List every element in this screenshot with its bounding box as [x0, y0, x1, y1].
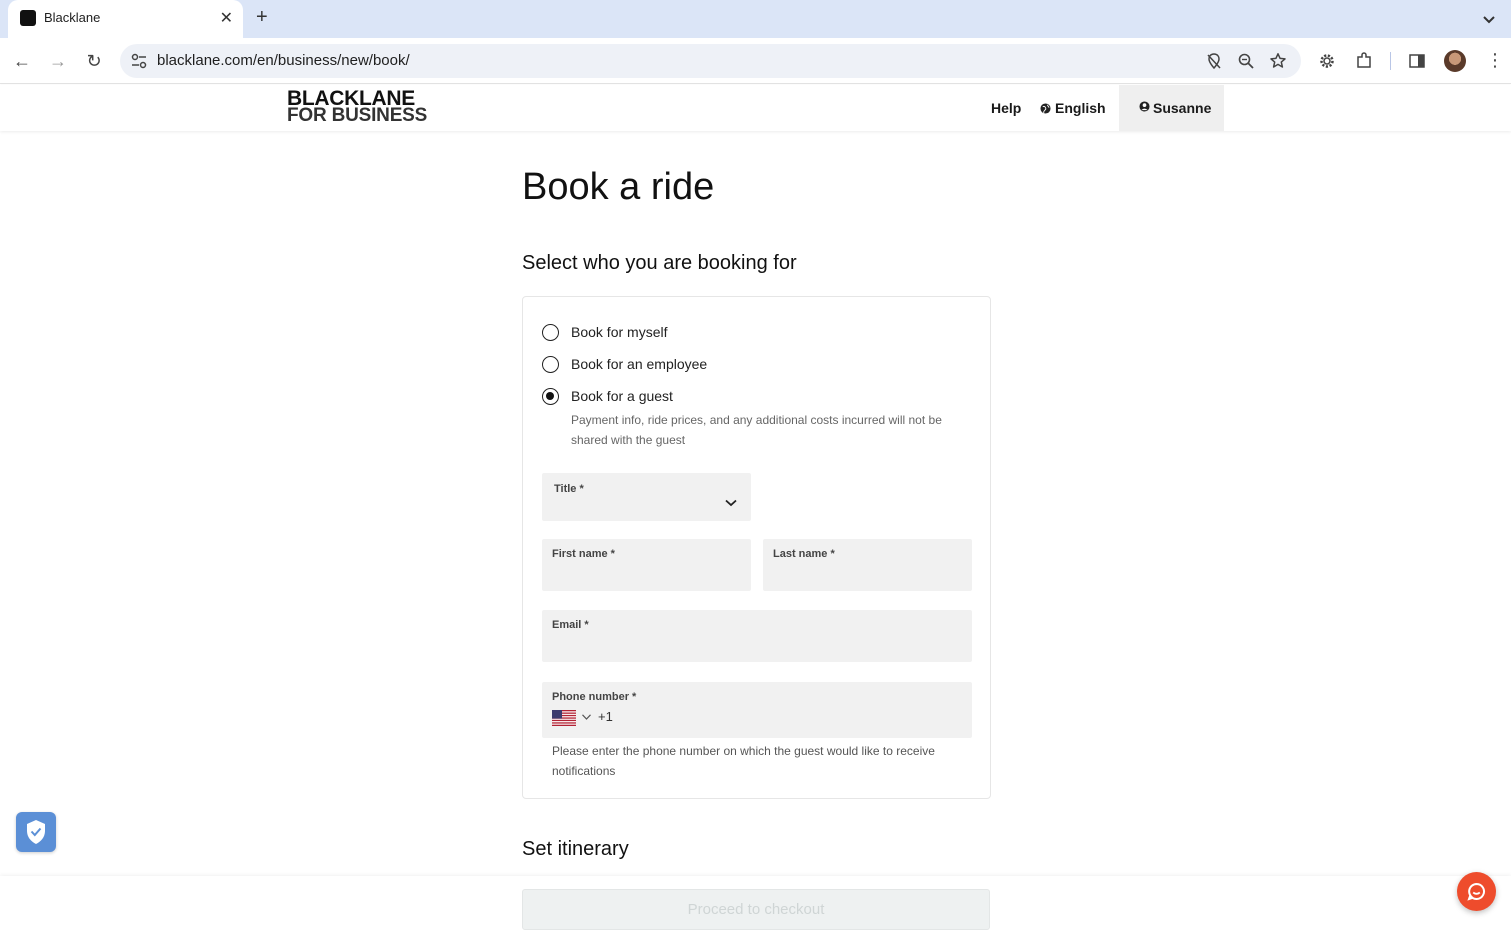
booking-for-card: Book for myself Book for an employee Boo…	[522, 296, 991, 799]
guest-privacy-hint: Payment info, ride prices, and any addit…	[571, 413, 942, 447]
location-off-icon[interactable]	[1205, 52, 1223, 70]
radio-label: Book for a guest	[571, 388, 673, 404]
help-link[interactable]: Help	[991, 100, 1021, 116]
user-name: Susanne	[1153, 100, 1212, 116]
language-selector[interactable]: English	[1040, 100, 1106, 116]
chat-bubble-icon	[1467, 882, 1485, 901]
country-chevron-down-icon[interactable]	[582, 714, 591, 720]
address-bar[interactable]: blacklane.com/en/business/new/book/	[120, 44, 1301, 78]
tab-title: Blacklane	[44, 10, 101, 25]
browser-tab-strip: Blacklane ✕ +	[0, 0, 1511, 38]
proceed-to-checkout-button[interactable]: Proceed to checkout	[522, 889, 990, 930]
extensions-puzzle-icon[interactable]	[1355, 52, 1373, 70]
radio-button[interactable]	[542, 356, 559, 373]
chevron-down-icon	[725, 499, 737, 507]
bookmark-star-icon[interactable]	[1269, 52, 1287, 70]
url-text[interactable]: blacklane.com/en/business/new/book/	[157, 52, 410, 69]
email-label: Email *	[552, 619, 589, 631]
shield-check-icon	[27, 820, 45, 844]
first-name-input[interactable]	[552, 567, 741, 585]
tab-search-chevron-icon[interactable]	[1479, 9, 1499, 29]
phone-field[interactable]: Phone number * +1	[542, 682, 972, 738]
profile-avatar[interactable]	[1444, 50, 1466, 72]
browser-menu-icon[interactable]: ⋮	[1486, 50, 1504, 71]
title-label: Title *	[554, 483, 584, 495]
language-label: English	[1055, 100, 1106, 116]
user-menu[interactable]: Susanne	[1119, 85, 1224, 131]
phone-label: Phone number *	[552, 691, 637, 703]
booking-for-heading: Select who you are booking for	[522, 252, 797, 274]
dial-code: +1	[598, 709, 613, 724]
blacklane-favicon-icon	[20, 10, 36, 26]
side-panel-icon[interactable]	[1408, 52, 1426, 70]
reload-icon[interactable]: ↻	[83, 50, 105, 72]
phone-hint: Please enter the phone number on which t…	[552, 744, 935, 778]
last-name-label: Last name *	[773, 548, 835, 560]
radio-label: Book for an employee	[571, 356, 708, 372]
last-name-input[interactable]	[773, 567, 962, 585]
privacy-shield-button[interactable]	[16, 812, 56, 852]
blacklane-business-logo[interactable]: BLACKLANE FOR BUSINESS	[287, 88, 428, 126]
radio-button-selected[interactable]	[542, 388, 559, 405]
chat-button[interactable]	[1457, 872, 1496, 911]
checkout-footer: Proceed to checkout	[0, 876, 1511, 941]
new-tab-icon[interactable]: +	[256, 6, 268, 29]
title-select[interactable]: Title *	[542, 473, 751, 521]
radio-label: Book for myself	[571, 324, 668, 340]
zoom-icon[interactable]	[1237, 52, 1255, 70]
radio-book-for-myself[interactable]: Book for myself	[542, 324, 842, 344]
first-name-field[interactable]: First name *	[542, 539, 751, 591]
browser-toolbar: ← → ↻ blacklane.com/en/business/new/book…	[0, 38, 1511, 84]
us-flag-icon[interactable]	[552, 710, 576, 726]
forward-arrow-icon[interactable]: →	[47, 50, 69, 72]
site-header: BLACKLANE FOR BUSINESS Help English Susa…	[0, 85, 1511, 131]
back-arrow-icon[interactable]: ←	[11, 50, 33, 72]
browser-tab[interactable]: Blacklane ✕	[8, 0, 243, 38]
globe-icon	[1040, 103, 1051, 114]
email-input[interactable]	[552, 638, 962, 656]
email-field[interactable]: Email *	[542, 610, 972, 662]
logo-line-2: FOR BUSINESS	[287, 105, 428, 126]
first-name-label: First name *	[552, 548, 615, 560]
user-icon	[1139, 101, 1150, 112]
toolbar-divider	[1390, 52, 1391, 70]
close-tab-icon[interactable]: ✕	[220, 8, 233, 28]
radio-book-for-employee[interactable]: Book for an employee	[542, 356, 842, 376]
radio-book-for-guest[interactable]: Book for a guest	[542, 388, 842, 408]
extension-gear-icon[interactable]	[1318, 52, 1336, 70]
radio-button[interactable]	[542, 324, 559, 341]
page-title: Book a ride	[522, 166, 715, 208]
itinerary-heading: Set itinerary	[522, 838, 629, 860]
site-settings-icon[interactable]	[130, 52, 148, 70]
last-name-field[interactable]: Last name *	[763, 539, 972, 591]
